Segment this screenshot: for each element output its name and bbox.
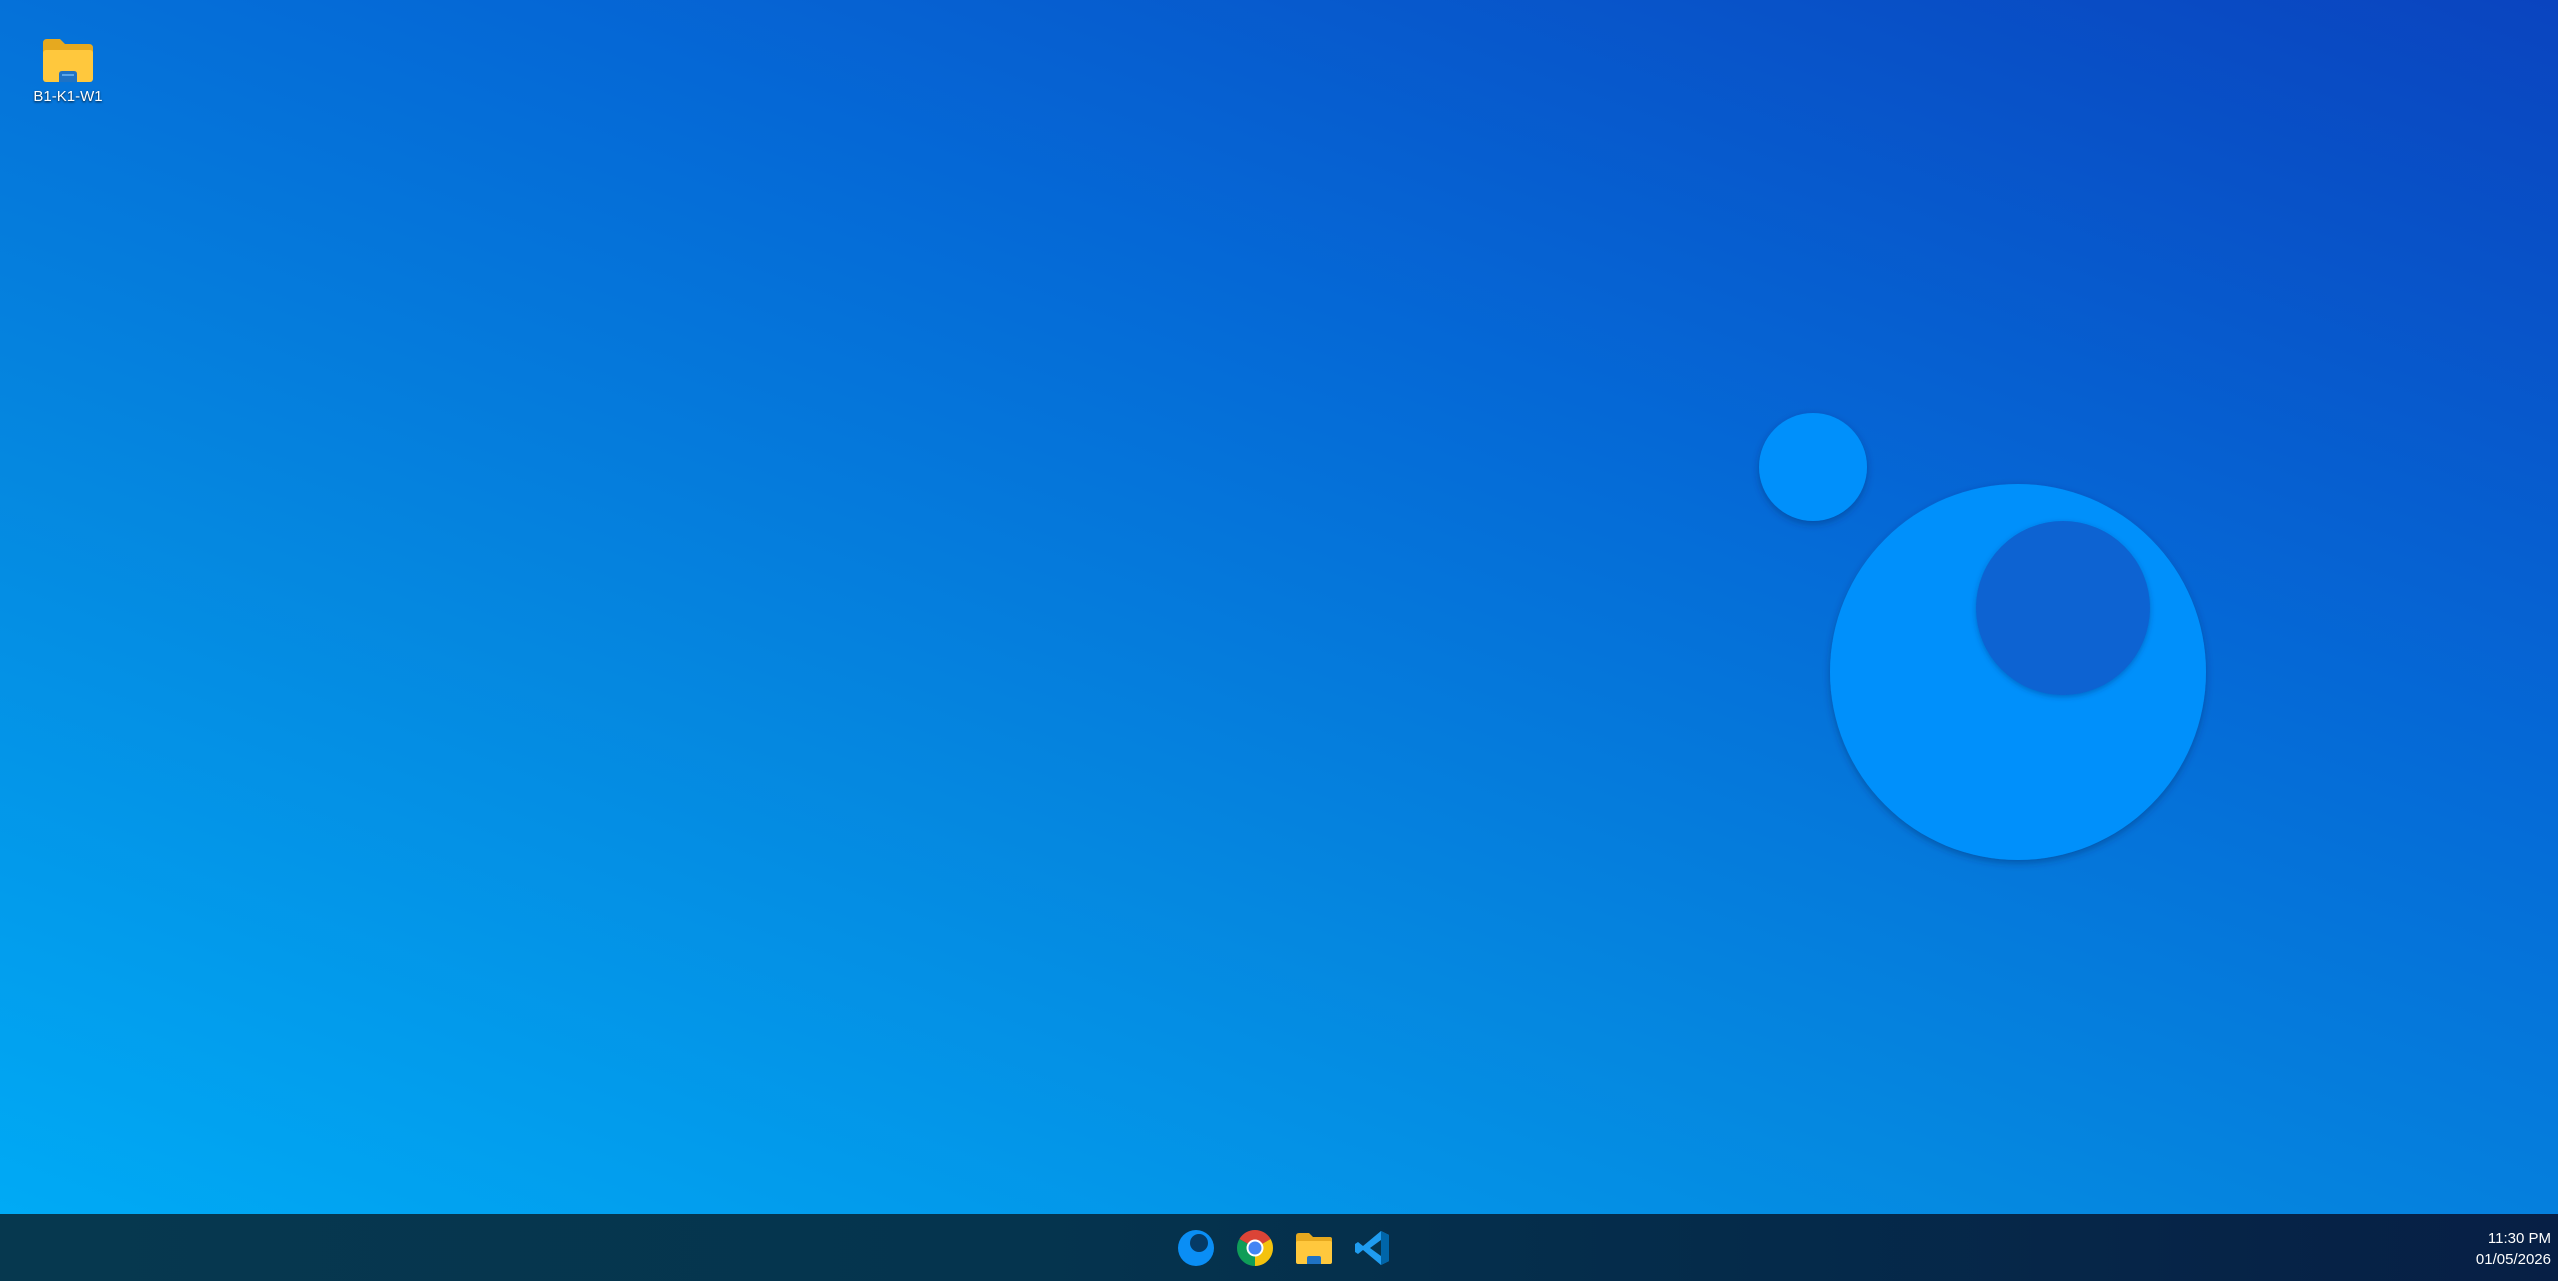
taskbar-app-logo[interactable] <box>1167 1221 1225 1275</box>
vscode-icon <box>1355 1230 1389 1265</box>
taskbar-file-explorer[interactable] <box>1285 1221 1343 1275</box>
clock-time: 11:30 PM <box>2487 1230 2551 1247</box>
clock-date: 01/05/2026 <box>2475 1251 2551 1268</box>
folder-icon <box>1296 1232 1332 1264</box>
taskbar-vscode[interactable] <box>1344 1221 1402 1275</box>
wallpaper-inner-circle <box>1976 521 2150 695</box>
desktop-icon-b1-k1-w1[interactable]: B1-K1-W1 <box>26 36 110 116</box>
taskbar-chrome[interactable] <box>1226 1221 1284 1275</box>
wallpaper-small-circle <box>1759 413 1867 521</box>
taskbar-clock[interactable]: 11:30 PM 01/05/2026 <box>2476 1228 2551 1270</box>
chrome-icon <box>1236 1229 1274 1266</box>
taskbar: 11:30 PM 01/05/2026 <box>0 1214 2558 1281</box>
wallpaper-logo <box>1759 413 2206 860</box>
desktop-icon-label: B1-K1-W1 <box>33 88 103 105</box>
folder-icon <box>43 39 93 82</box>
circle-logo-icon <box>1178 1229 1214 1266</box>
taskbar-apps <box>1167 1214 1403 1281</box>
desktop[interactable]: B1-K1-W1 <box>0 0 2558 1214</box>
